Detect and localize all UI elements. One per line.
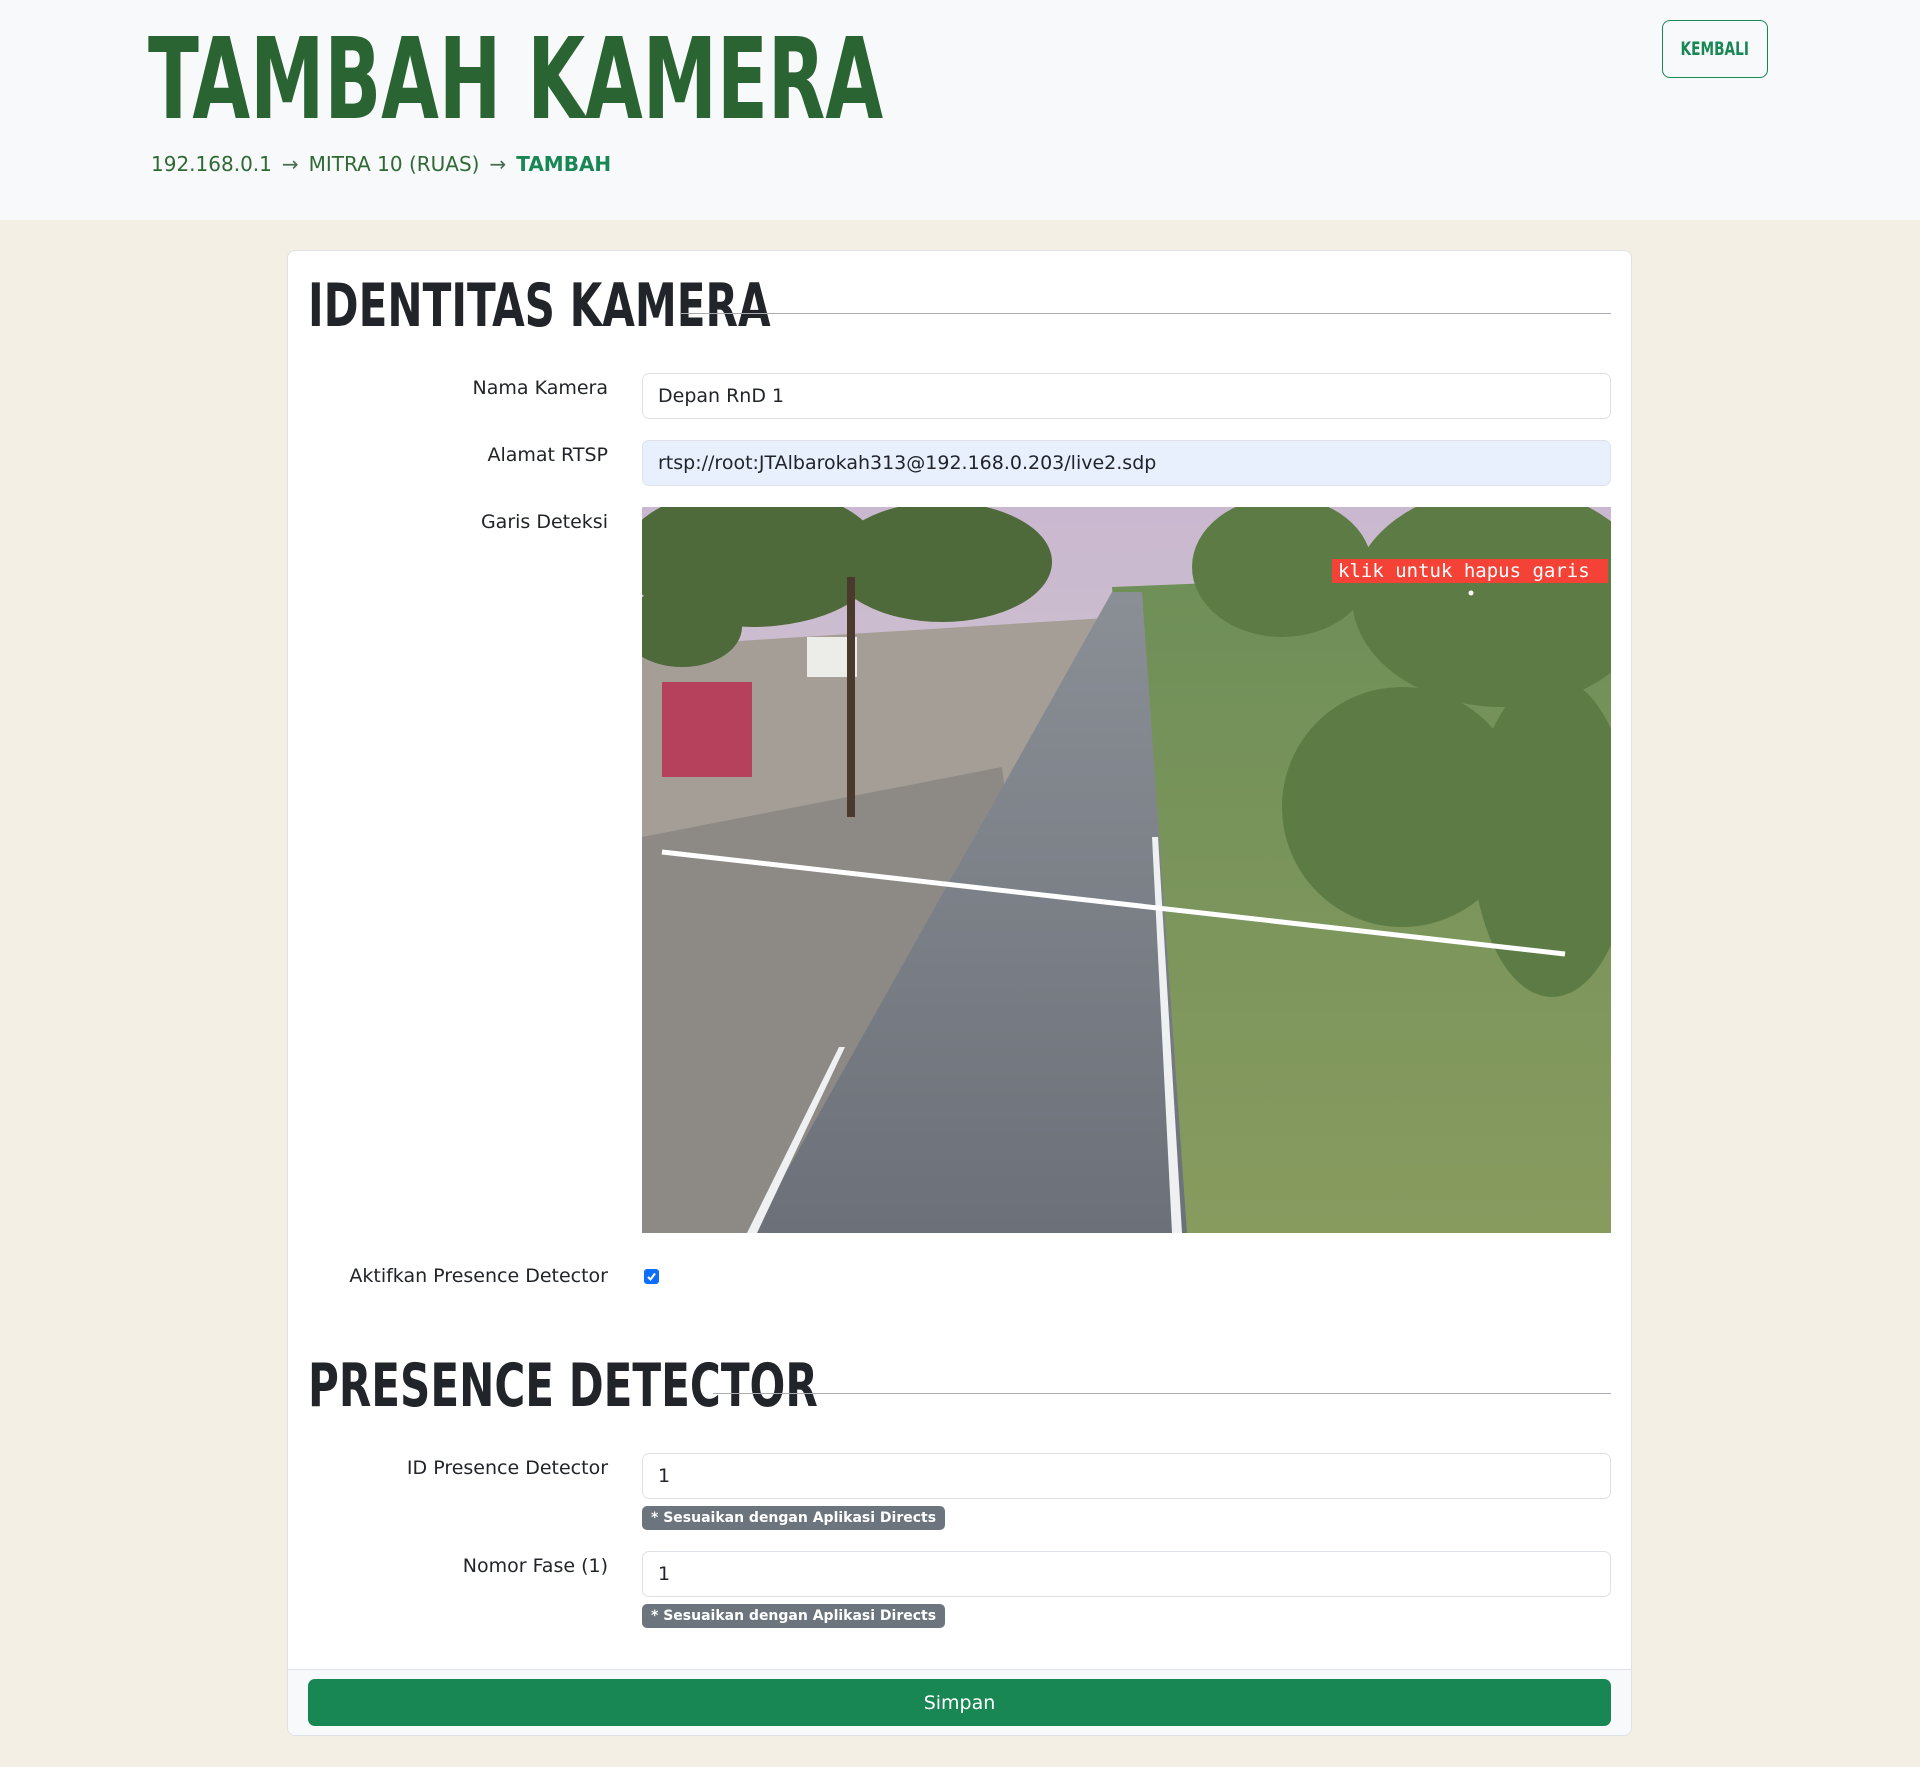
breadcrumb-arrow-icon: →: [489, 152, 507, 176]
breadcrumb-item-current: TAMBAH: [516, 152, 612, 176]
presence-section-header: PRESENCE DETECTOR: [308, 1351, 962, 1421]
back-button[interactable]: KEMBALI: [1662, 20, 1768, 78]
page-header: TAMBAH KAMERA 192.168.0.1 → MITRA 10 (RU…: [0, 0, 1920, 220]
remove-line-overlay-text: klik untuk hapus garis: [1338, 560, 1590, 582]
back-button-label: KEMBALI: [1680, 38, 1750, 60]
rtsp-address-input[interactable]: rtsp://root:JTAlbarokah313@192.168.0.203…: [642, 440, 1611, 486]
breadcrumb: 192.168.0.1 → MITRA 10 (RUAS) → TAMBAH: [151, 152, 611, 176]
presence-id-label: ID Presence Detector: [406, 1457, 608, 1479]
identity-section-divider: [681, 313, 1611, 314]
phase-number-label: Nomor Fase (1): [462, 1555, 608, 1577]
phase-number-hint-badge: * Sesuaikan dengan Aplikasi Directs: [642, 1604, 946, 1628]
camera-name-label: Nama Kamera: [472, 377, 608, 399]
breadcrumb-item-server[interactable]: 192.168.0.1: [151, 152, 272, 176]
presence-id-hint-badge: * Sesuaikan dengan Aplikasi Directs: [642, 1506, 946, 1530]
phase-number-input[interactable]: 1: [642, 1551, 1611, 1597]
line-point-marker: [1468, 590, 1474, 596]
breadcrumb-arrow-icon: →: [281, 152, 299, 176]
roadside-banner: [662, 682, 752, 777]
presence-id-input[interactable]: 1: [642, 1453, 1611, 1499]
camera-name-input[interactable]: Depan RnD 1: [642, 373, 1611, 419]
rtsp-address-label: Alamat RTSP: [487, 444, 608, 466]
page-title: TAMBAH KAMERA: [148, 15, 884, 145]
presence-section-divider: [713, 1393, 1611, 1394]
camera-form-card: IDENTITAS KAMERA Nama Kamera Depan RnD 1…: [287, 250, 1632, 1736]
save-button[interactable]: Simpan: [308, 1679, 1611, 1726]
detection-line-label: Garis Deteksi: [480, 511, 608, 533]
camera-preview-canvas[interactable]: klik untuk hapus garis: [642, 507, 1611, 1233]
presence-section-title: PRESENCE DETECTOR: [308, 1351, 818, 1421]
checkmark-icon: [647, 1272, 656, 1282]
presence-enabled-checkbox[interactable]: [644, 1269, 659, 1284]
breadcrumb-item-intersection[interactable]: MITRA 10 (RUAS): [309, 152, 480, 176]
presence-enabled-label: Aktifkan Presence Detector: [349, 1265, 608, 1287]
tree-trunk: [847, 577, 855, 817]
camera-snapshot[interactable]: klik untuk hapus garis: [642, 507, 1611, 1233]
identity-section-title: IDENTITAS KAMERA: [308, 271, 771, 341]
identity-section-header: IDENTITAS KAMERA: [308, 271, 901, 341]
